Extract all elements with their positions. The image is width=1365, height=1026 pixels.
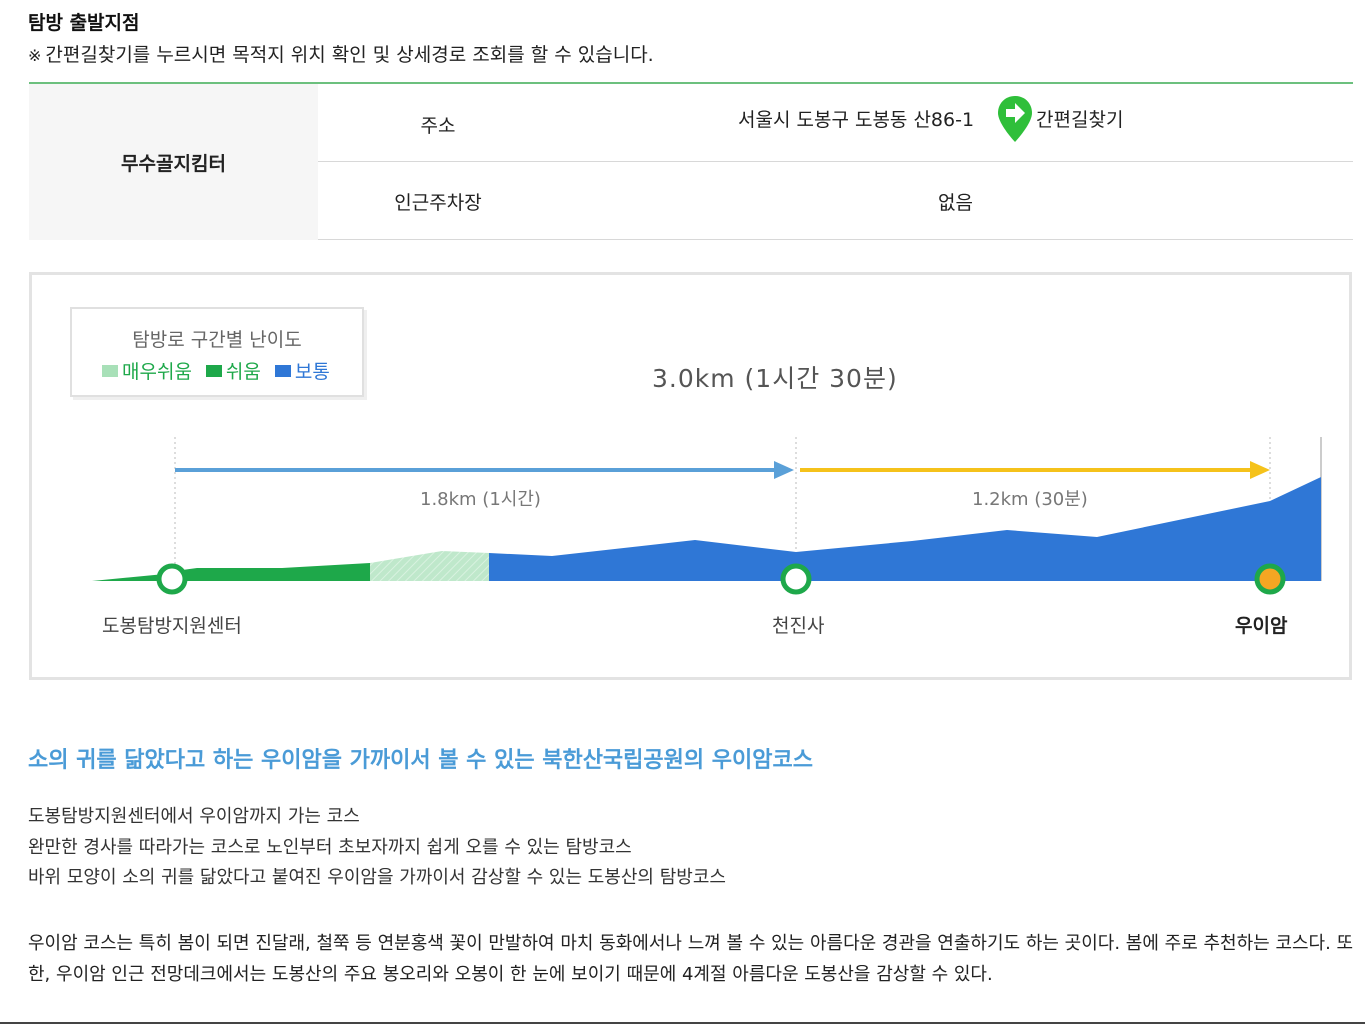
start-node — [156, 563, 188, 595]
legend-very-easy: 매우쉬움 — [102, 357, 192, 384]
trailhead-info-table: 무수골지킴터 주소 서울시 도봉구 도봉동 산86-1 간편길찾기 인근주차장 … — [29, 82, 1353, 240]
segment-2-label: 1.2km (30분) — [972, 489, 1088, 510]
place-start: 도봉탐방지원센터 — [102, 615, 242, 637]
place-mid: 천진사 — [772, 615, 825, 637]
parking-value: 없음 — [938, 192, 973, 214]
desc-line-2: 완만한 경사를 따라가는 코스로 노인부터 초보자까지 쉽게 오를 수 있는 탐… — [28, 837, 632, 858]
section-title: 탐방 출발지점 — [28, 12, 140, 34]
legend-label-normal: 보통 — [294, 361, 330, 383]
address-value: 서울시 도봉구 도봉동 산86-1 — [738, 109, 975, 131]
legend-swatch-easy — [205, 364, 222, 377]
map-pin-arrow-icon — [998, 95, 1033, 142]
desc-line-3: 바위 모양이 소의 귀를 닮았다고 붙여진 우이암을 가까이서 감상할 수 있는… — [28, 867, 726, 888]
legend-items: 매우쉬움 쉬움 보통 — [102, 357, 330, 384]
trailhead-name: 무수골지킴터 — [29, 84, 318, 240]
mid-node — [780, 563, 812, 595]
legend-label-very-easy: 매우쉬움 — [122, 361, 192, 383]
legend-title: 탐방로 구간별 난이도 — [132, 329, 302, 351]
easy-directions-button[interactable]: 간편길찾기 — [996, 94, 1123, 144]
segment-1-label: 1.8km (1시간) — [420, 489, 541, 510]
easy-directions-label: 간편길찾기 — [1036, 109, 1124, 131]
terrain-normal — [489, 477, 1321, 581]
end-node — [1254, 563, 1286, 595]
bottom-divider — [0, 1022, 1365, 1024]
total-distance: 3.0km (1시간 30분) — [652, 364, 898, 393]
place-end: 우이암 — [1235, 615, 1288, 637]
legend-label-easy: 쉬움 — [225, 361, 261, 383]
address-label: 주소 — [420, 115, 456, 137]
parking-label: 인근주차장 — [394, 192, 482, 214]
section-note: ※ 간편길찾기를 누르시면 목적지 위치 확인 및 상세경로 조회를 할 수 있습… — [28, 40, 654, 67]
course-profile-panel: 탐방로 구간별 난이도 매우쉬움 쉬움 보통 3.0km (1시간 30분) 1… — [29, 272, 1352, 680]
course-headline: 소의 귀를 닮았다고 하는 우이암을 가까이서 볼 수 있는 북한산국립공원의 … — [28, 748, 813, 773]
legend-swatch-very-easy — [102, 364, 118, 377]
legend-easy: 쉬움 — [205, 357, 261, 384]
note-mark: ※ — [28, 46, 42, 65]
address-value-cell: 서울시 도봉구 도봉동 산86-1 간편길찾기 — [738, 80, 1353, 157]
course-paragraph: 우이암 코스는 특히 봄이 되면 진달래, 철쭉 등 연분홍색 꽃이 만발하여 … — [28, 933, 1354, 985]
difficulty-legend: 탐방로 구간별 난이도 매우쉬움 쉬움 보통 — [70, 307, 364, 397]
legend-swatch-normal — [274, 364, 291, 377]
parking-row: 인근주차장 없음 — [318, 163, 1353, 240]
desc-line-1: 도봉탐방지원센터에서 우이암까지 가는 코스 — [28, 806, 360, 827]
address-row: 주소 서울시 도봉구 도봉동 산86-1 간편길찾기 — [318, 84, 1353, 162]
terrain-easy-2 — [175, 563, 370, 581]
note-text: 간편길찾기를 누르시면 목적지 위치 확인 및 상세경로 조회를 할 수 있습니… — [45, 44, 654, 66]
segment-2-arrowhead — [1250, 461, 1270, 479]
segment-1-arrowhead — [774, 461, 794, 479]
legend-normal: 보통 — [274, 357, 330, 384]
terrain-very-easy — [370, 551, 489, 581]
